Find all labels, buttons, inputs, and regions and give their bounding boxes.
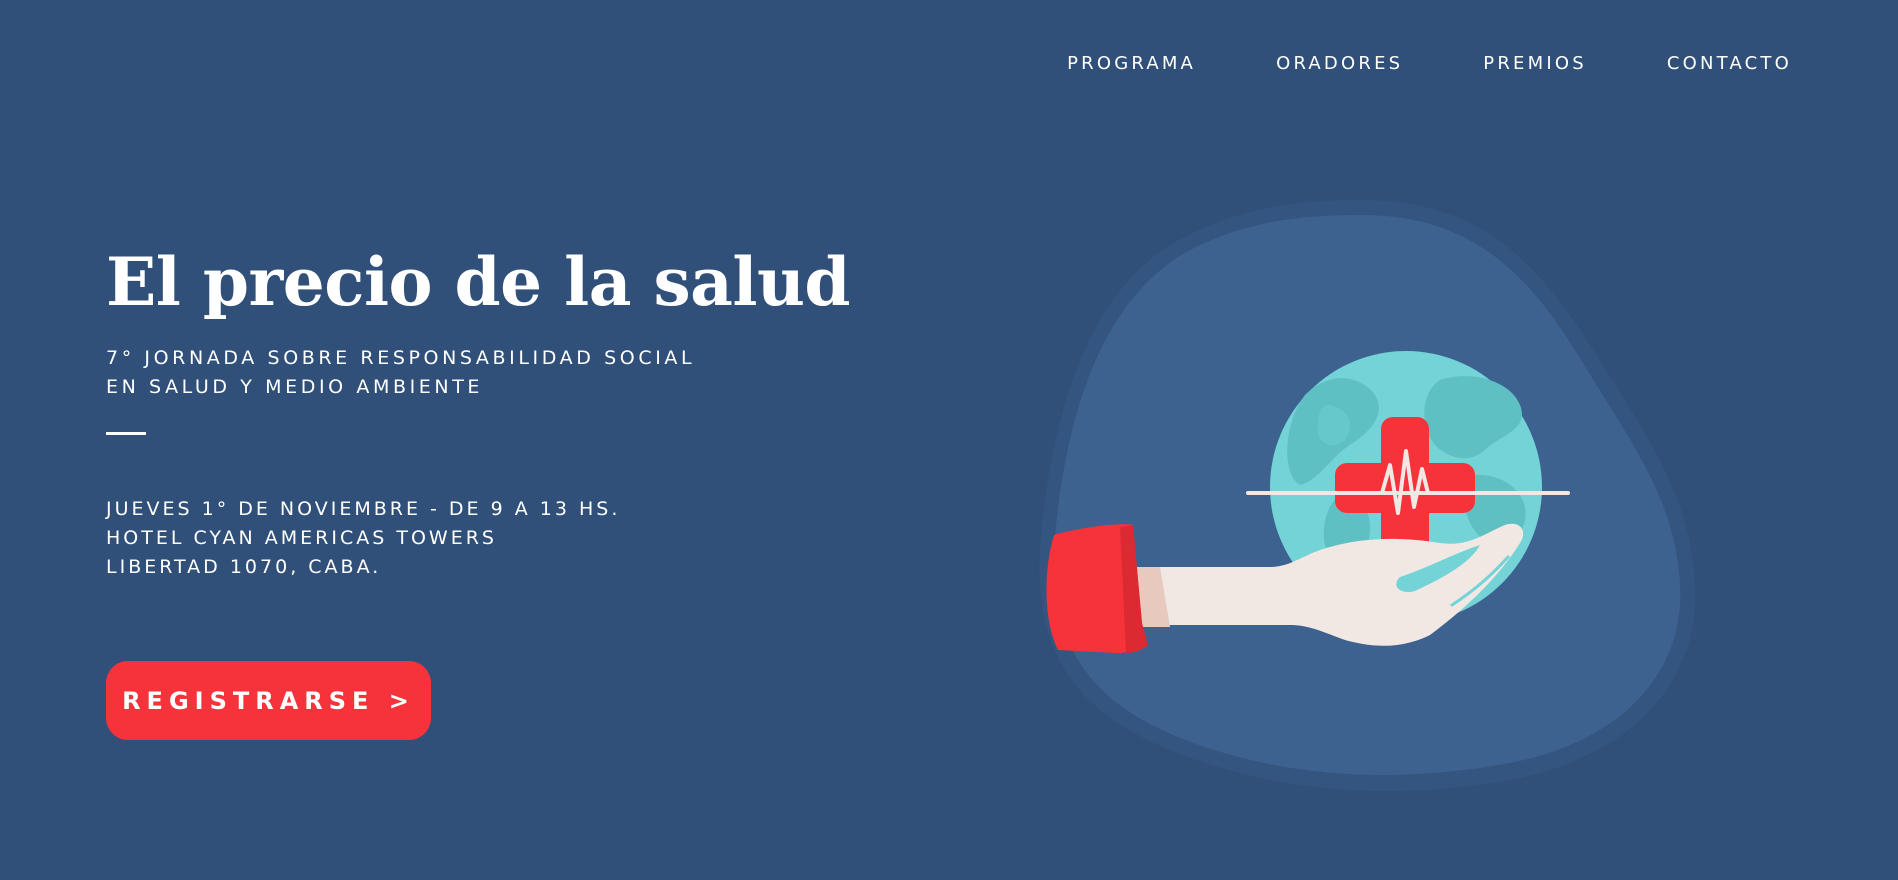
event-venue: HOTEL CYAN AMERICAS TOWERS [106,527,497,549]
nav-list: PROGRAMA ORADORES PREMIOS CONTACTO [987,52,1792,76]
nav-link-premios[interactable]: PREMIOS [1483,52,1587,76]
nav-link-programa[interactable]: PROGRAMA [1067,52,1196,76]
nav-link-contacto[interactable]: CONTACTO [1667,52,1792,76]
subtitle-line-1: 7° JORNADA SOBRE RESPONSABILIDAD SOCIAL [106,347,696,369]
nav-item-oradores: ORADORES [1196,52,1403,76]
event-info: JUEVES 1° DE NOVIEMBRE - DE 9 A 13 HS. H… [106,495,906,582]
hero-section: El precio de la salud 7° JORNADA SOBRE R… [106,240,906,582]
nav-link-oradores[interactable]: ORADORES [1276,52,1403,76]
divider [106,432,146,435]
event-date: JUEVES 1° DE NOVIEMBRE - DE 9 A 13 HS. [106,498,621,520]
nav-item-contacto: CONTACTO [1587,52,1792,76]
health-illustration [1039,200,1696,792]
event-subtitle: 7° JORNADA SOBRE RESPONSABILIDAD SOCIAL … [106,344,906,402]
subtitle-line-2: EN SALUD Y MEDIO AMBIENTE [106,376,484,398]
nav-item-programa: PROGRAMA [987,52,1196,76]
register-button[interactable]: REGISTRARSE > [106,661,431,740]
page-title: El precio de la salud [106,243,851,321]
nav-item-premios: PREMIOS [1403,52,1587,76]
event-address: LIBERTAD 1070, CABA. [106,556,382,578]
